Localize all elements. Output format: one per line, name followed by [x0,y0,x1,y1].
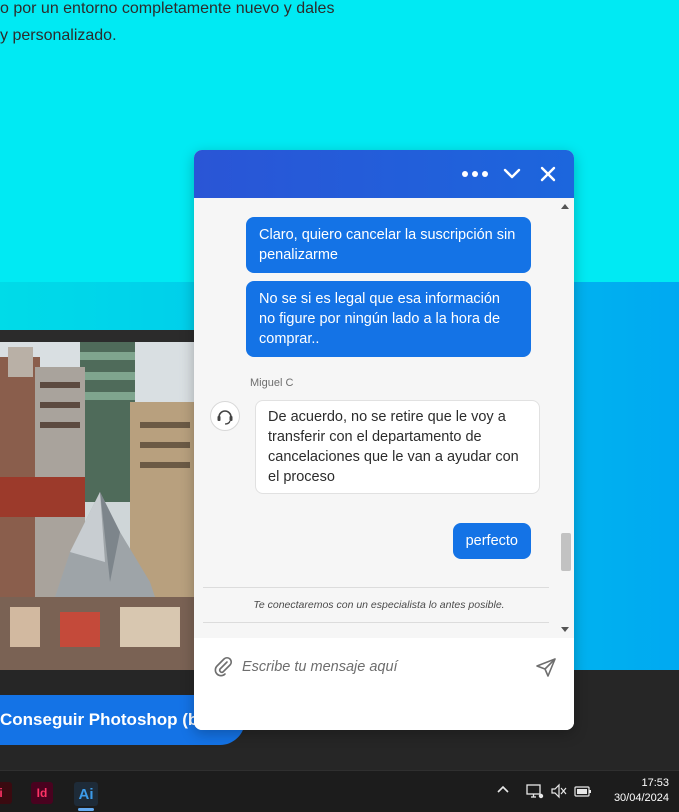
send-icon[interactable] [535,656,557,678]
building-collage-image [0,342,196,670]
support-chat-window: Claro, quiero cancelar la suscripción si… [194,150,574,730]
taskbar-app-icon[interactable]: i [0,782,12,804]
chevron-down-icon[interactable] [500,162,524,186]
taskbar: i Id Ai 17:53 30/04/2024 [0,770,679,812]
chevron-up-icon[interactable] [496,783,510,800]
more-dots-icon[interactable] [462,162,488,186]
network-icon[interactable] [526,783,544,802]
indesign-icon[interactable]: Id [31,782,53,804]
user-message: No se si es legal que esa información no… [246,281,531,357]
user-message: Claro, quiero cancelar la suscripción si… [246,217,531,273]
chat-header [194,150,574,198]
battery-icon[interactable] [574,783,592,802]
close-icon[interactable] [536,162,560,186]
system-clock[interactable]: 17:53 30/04/2024 [614,776,669,806]
scroll-down-arrow-icon[interactable] [561,627,569,632]
agent-name: Miguel C [250,377,294,389]
scroll-up-arrow-icon[interactable] [561,204,569,209]
headset-avatar-icon [210,401,240,431]
message-scrollbar[interactable] [557,198,574,638]
divider [203,622,549,623]
system-note: Te conectaremos con un especialista lo a… [253,599,505,611]
page-body-text-line-2: y personalizado. [0,27,117,44]
message-list[interactable]: Claro, quiero cancelar la suscripción si… [194,198,574,638]
page-body-text-line-1: o por un entorno completamente nuevo y d… [0,0,335,17]
user-message: perfecto [452,523,531,559]
paperclip-icon[interactable] [212,656,234,678]
message-composer [194,638,574,730]
message-input[interactable] [242,654,522,680]
agent-message: De acuerdo, no se retire que le voy a tr… [255,400,540,494]
illustrator-icon[interactable]: Ai [74,782,98,811]
divider [203,587,549,588]
clock-date: 30/04/2024 [613,792,669,804]
clock-time: 17:53 [641,777,669,789]
mute-icon[interactable] [550,783,568,802]
scrollbar-thumb[interactable] [561,533,571,571]
